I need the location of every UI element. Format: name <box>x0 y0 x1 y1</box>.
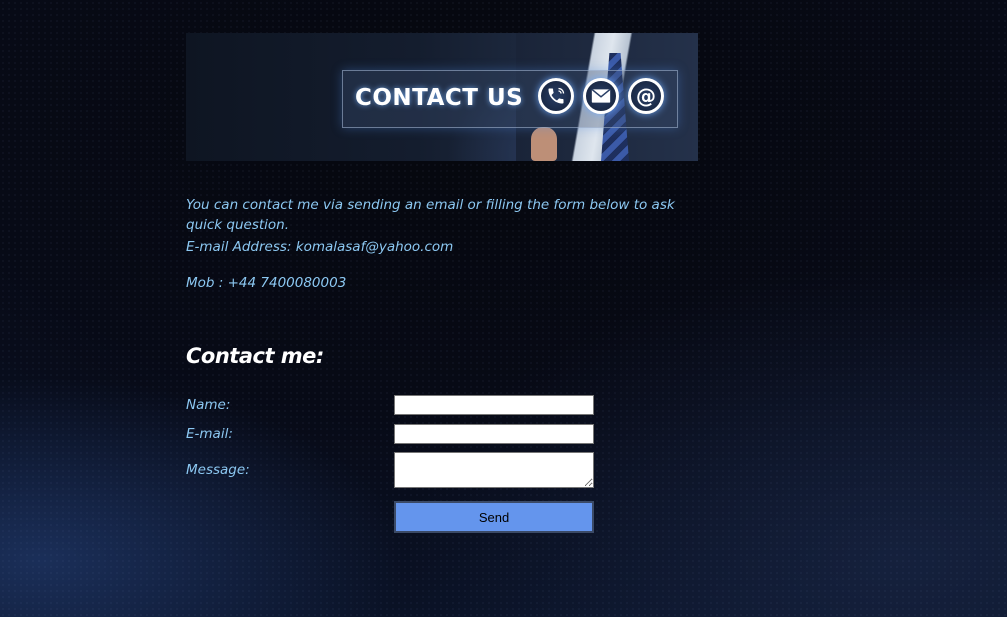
email-label: E-mail: <box>186 426 233 442</box>
at-sign-icon: @ <box>628 78 664 114</box>
contact-content: CONTACT US @ You can contact me via send… <box>186 33 698 533</box>
email-input[interactable] <box>394 424 594 444</box>
intro-text: You can contact me via sending an email … <box>186 196 675 233</box>
email-address-text: E-mail Address: komalasaf@yahoo.com <box>186 239 454 255</box>
name-input[interactable] <box>394 395 594 415</box>
mobile-number-text: Mob : +44 7400080003 <box>186 275 347 291</box>
message-textarea[interactable] <box>394 452 594 488</box>
envelope-icon <box>583 78 619 114</box>
banner-finger <box>531 127 557 161</box>
phone-icon <box>538 78 574 114</box>
contact-form-heading: Contact me: <box>186 344 324 368</box>
contact-banner-image: CONTACT US @ <box>186 33 698 161</box>
send-button[interactable]: Send <box>394 501 594 533</box>
name-label: Name: <box>186 397 231 413</box>
banner-title: CONTACT US <box>355 85 524 111</box>
message-label: Message: <box>186 462 250 478</box>
banner-panel: CONTACT US @ <box>342 70 678 128</box>
